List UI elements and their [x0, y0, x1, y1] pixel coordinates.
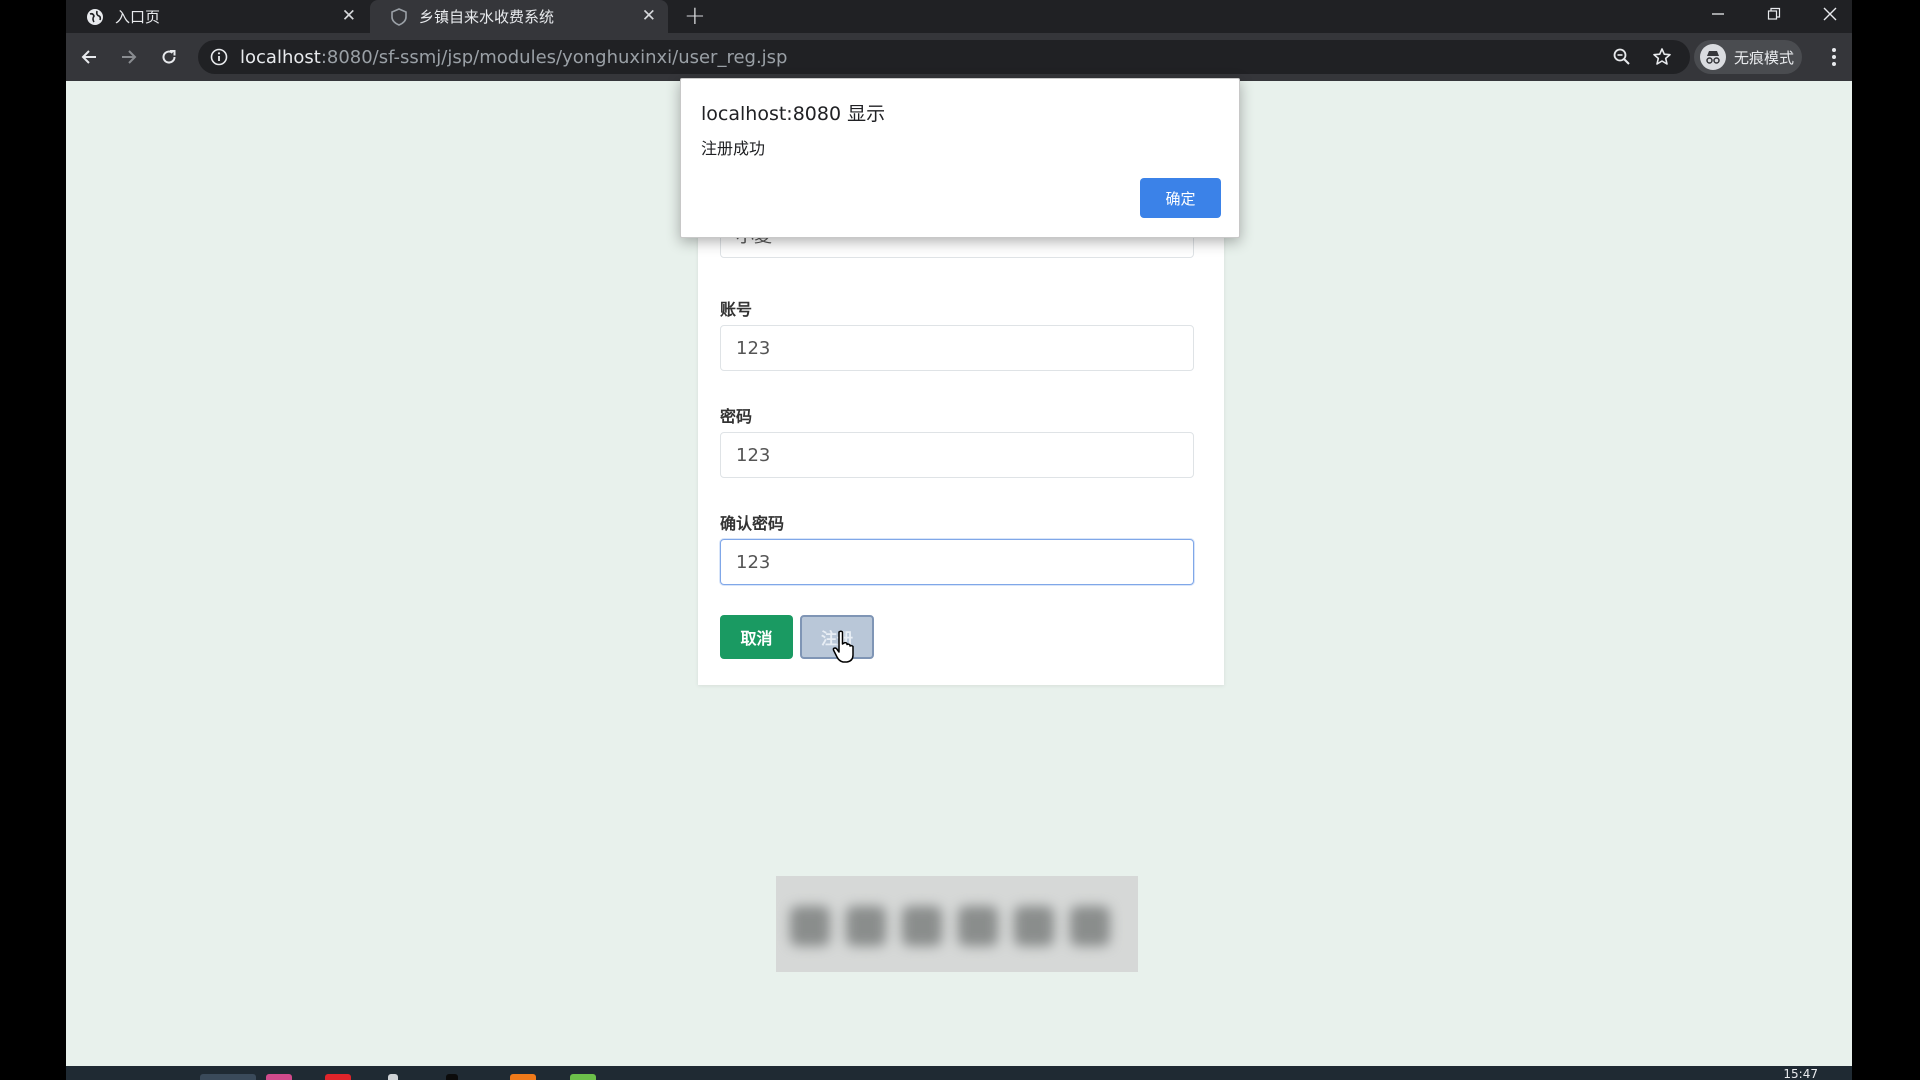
browser-menu-icon[interactable]: [1826, 45, 1842, 69]
minimize-button[interactable]: [1690, 0, 1746, 28]
taskbar-app-icon[interactable]: [570, 1074, 596, 1080]
taskbar-app-icon[interactable]: [446, 1074, 458, 1080]
shield-icon: [390, 7, 408, 26]
close-tab-icon[interactable]: ✕: [342, 5, 356, 27]
password-label: 密码: [720, 407, 753, 426]
globe-icon: [86, 8, 104, 26]
password-field[interactable]: 123: [720, 432, 1194, 478]
taskbar-app-icon[interactable]: [388, 1074, 398, 1080]
reload-button[interactable]: [155, 43, 183, 71]
incognito-profile-button[interactable]: 无痕模式: [1694, 40, 1802, 74]
zoom-icon[interactable]: [1612, 40, 1632, 74]
tab-label: 入口页: [115, 8, 161, 26]
address-bar[interactable]: localhost:8080/sf-ssmj/jsp/modules/yongh…: [198, 40, 1690, 74]
close-tab-icon[interactable]: ✕: [642, 5, 656, 27]
bookmark-star-icon[interactable]: [1652, 40, 1672, 74]
alert-dialog: localhost:8080 显示 注册成功 确定: [680, 78, 1240, 238]
new-tab-button[interactable]: +: [684, 2, 706, 30]
profile-label: 无痕模式: [1734, 48, 1795, 67]
browser-toolbar: localhost:8080/sf-ssmj/jsp/modules/yongh…: [66, 33, 1852, 81]
tab-strip: 入口页 ✕ 乡镇自来水收费系统 ✕ +: [66, 0, 1852, 33]
close-window-button[interactable]: [1802, 0, 1852, 28]
os-taskbar: 15:47: [66, 1066, 1852, 1080]
account-field-value: 123: [736, 337, 771, 359]
taskbar-app-icon[interactable]: [510, 1074, 536, 1080]
tab-label: 乡镇自来水收费系统: [419, 8, 555, 26]
blurred-region: [776, 876, 1138, 972]
account-field[interactable]: 123: [720, 325, 1194, 371]
dialog-title: localhost:8080 显示: [701, 103, 886, 125]
registration-form: 小夏 账号 123 密码 123 确认密码 123 取消 注册: [698, 180, 1224, 685]
password-field-value: 123: [736, 444, 771, 466]
taskbar-app-icon[interactable]: [266, 1074, 292, 1080]
restore-button[interactable]: [1746, 0, 1802, 28]
confirm-password-field[interactable]: 123: [720, 539, 1194, 585]
tab-water-billing-system[interactable]: 乡镇自来水收费系统 ✕: [370, 0, 668, 33]
forward-button[interactable]: [115, 43, 143, 71]
taskbar-clock: 15:47: [1783, 1067, 1818, 1080]
taskbar-app-icon[interactable]: [200, 1074, 256, 1080]
ok-button[interactable]: 确定: [1140, 178, 1221, 218]
info-icon[interactable]: [210, 48, 228, 66]
dialog-message: 注册成功: [701, 139, 766, 158]
confirm-password-field-value: 123: [736, 551, 771, 573]
hand-cursor-icon: [832, 630, 856, 664]
browser-window: 入口页 ✕ 乡镇自来水收费系统 ✕ + localhost:8080/sf-s…: [66, 0, 1852, 1080]
url-host: localhost: [240, 46, 321, 68]
tab-entry-page[interactable]: 入口页 ✕: [66, 0, 368, 33]
cancel-button[interactable]: 取消: [720, 615, 793, 659]
taskbar-app-icon[interactable]: [325, 1074, 351, 1080]
back-button[interactable]: [75, 43, 103, 71]
account-label: 账号: [720, 300, 753, 319]
incognito-icon: [1700, 44, 1726, 70]
confirm-password-label: 确认密码: [720, 514, 785, 533]
url-path: :8080/sf-ssmj/jsp/modules/yonghuxinxi/us…: [320, 46, 788, 68]
